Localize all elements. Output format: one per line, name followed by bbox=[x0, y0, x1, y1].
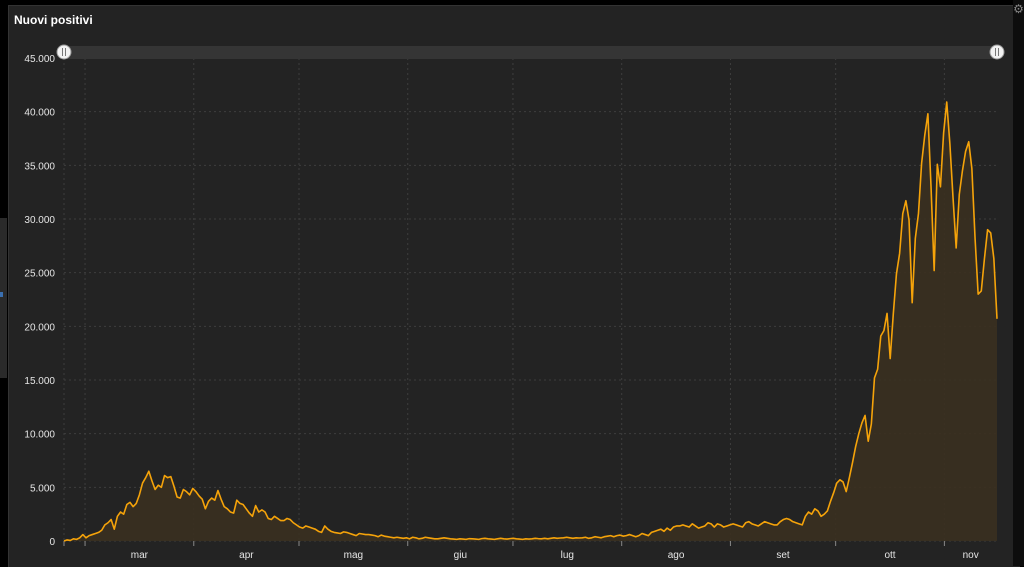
x-tick-label: apr bbox=[239, 550, 254, 561]
range-slider-handle-left[interactable] bbox=[56, 44, 72, 60]
y-tick-label: 10.000 bbox=[24, 430, 55, 441]
chart-svg: 0 5.000 10.000 15.000 20.000 25.000 30.000 35.0… bbox=[24, 44, 1005, 561]
y-tick-label: 45.000 bbox=[24, 54, 55, 65]
x-tick-label: set bbox=[776, 550, 790, 561]
y-tick-label: 0 bbox=[49, 537, 55, 548]
y-tick-label: 5.000 bbox=[30, 483, 55, 494]
y-tick-label: 35.000 bbox=[24, 161, 55, 172]
range-slider[interactable] bbox=[56, 44, 1005, 60]
x-tick-label: mag bbox=[344, 550, 363, 561]
x-tick-label: ago bbox=[668, 550, 685, 561]
x-tick-label: lug bbox=[561, 550, 574, 561]
x-axis: mar apr mag giu lug ago set ott nov bbox=[63, 541, 979, 561]
y-tick-label: 20.000 bbox=[24, 322, 55, 333]
x-tick-label: giu bbox=[454, 550, 467, 561]
x-tick-label: mar bbox=[131, 550, 149, 561]
y-tick-label: 40.000 bbox=[24, 108, 55, 119]
y-axis: 0 5.000 10.000 15.000 20.000 25.000 30.000 35.0… bbox=[24, 54, 55, 548]
y-tick-label: 30.000 bbox=[24, 215, 55, 226]
range-slider-track[interactable] bbox=[64, 46, 998, 59]
y-tick-label: 15.000 bbox=[24, 376, 55, 387]
x-tick-label: ott bbox=[884, 550, 895, 561]
y-tick-label: 25.000 bbox=[24, 269, 55, 280]
range-slider-handle-right[interactable] bbox=[989, 44, 1005, 60]
series-area bbox=[64, 102, 997, 541]
x-tick-label: nov bbox=[963, 550, 979, 561]
